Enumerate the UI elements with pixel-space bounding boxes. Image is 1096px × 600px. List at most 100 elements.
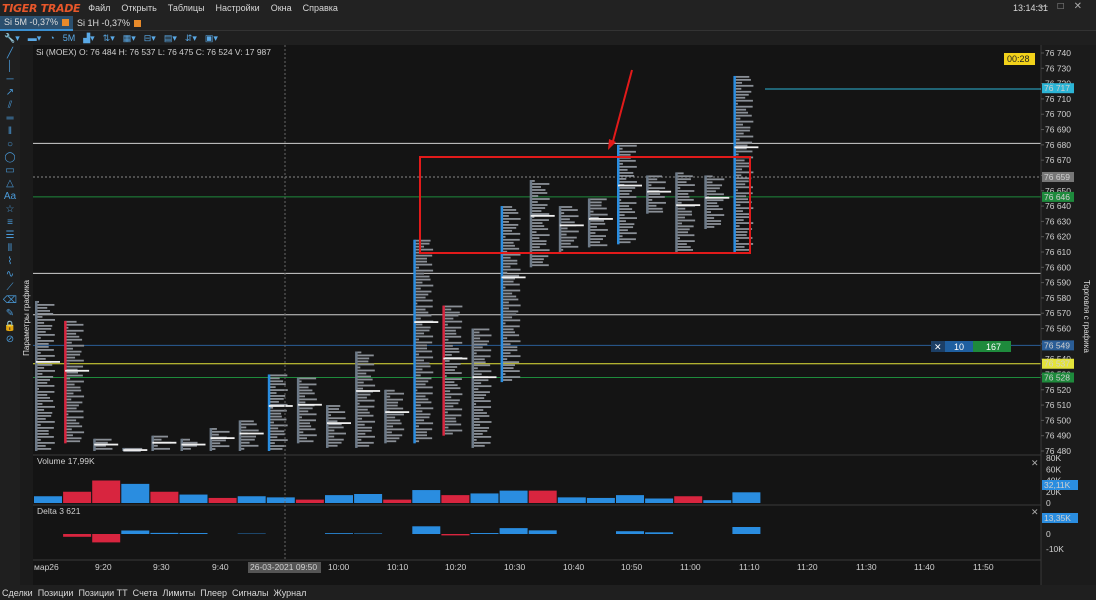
bottom-tab-journal[interactable]: Журнал: [274, 588, 307, 598]
profile-bar: [356, 396, 367, 399]
profile-bar: [734, 249, 750, 251]
profile-bar: [647, 201, 666, 204]
price-axis[interactable]: 76 74076 73076 72076 71076 70076 69076 6…: [1041, 48, 1071, 456]
profile-bar: [588, 204, 602, 207]
time-tick: 11:30: [856, 562, 877, 572]
profile-bar: [356, 444, 370, 447]
profile-bar: [443, 387, 461, 390]
profile-bar: [414, 416, 430, 419]
profile-bar: [65, 323, 84, 326]
volume-tick: 60K: [1046, 464, 1061, 474]
profile-bar: [705, 223, 721, 225]
delta-bar: [179, 533, 208, 534]
profile-bar: [734, 231, 748, 233]
close-icon[interactable]: ✕: [1031, 507, 1039, 517]
profile-bar: [676, 240, 695, 243]
close-icon[interactable]: ✕: [1031, 458, 1039, 468]
profile-bar: [618, 159, 636, 162]
poc-marker: [94, 443, 119, 446]
profile-bar: [414, 398, 429, 401]
time-tick: 11:50: [973, 562, 994, 572]
bottom-tab-positions-tt[interactable]: Позиции TT: [78, 588, 127, 598]
bottom-tab-limits[interactable]: Лимиты: [163, 588, 196, 598]
bottom-tab-signals[interactable]: Сигналы: [232, 588, 269, 598]
profile-bar: [501, 295, 517, 298]
profile-bar: [414, 413, 431, 416]
profile-bar: [472, 349, 492, 352]
profile-bar: [734, 78, 751, 81]
profile-bar: [36, 327, 52, 330]
delta-title: Delta 3 621: [37, 506, 81, 516]
profile-bar: [559, 218, 570, 221]
profile-bar: [65, 440, 81, 443]
profile-bar: [443, 369, 455, 371]
chart-canvas[interactable]: Si (MOEX) O: 76 484 H: 76 537 L: 76 475 …: [0, 0, 1096, 600]
profile-bar: [36, 429, 49, 432]
profile-bar: [530, 210, 542, 212]
price-label: 76 659: [1044, 172, 1070, 182]
profile-bar: [501, 232, 521, 235]
profile-bar: [501, 331, 515, 334]
profile-bar: [530, 261, 543, 264]
profile-bar: [443, 350, 460, 353]
profile-bar: [530, 204, 548, 206]
bottom-tab-accounts[interactable]: Счета: [133, 588, 158, 598]
close-icon: ✕: [934, 342, 942, 352]
profile-bar: [356, 411, 370, 414]
price-tick: 76 630: [1045, 216, 1071, 226]
profile-bar: [734, 141, 753, 144]
profile-bar: [36, 435, 54, 438]
profile-bar: [501, 206, 513, 208]
profile-bar: [36, 396, 51, 399]
candle-body: [558, 206, 562, 252]
delta-bar: [325, 533, 353, 534]
time-tick: 10:50: [621, 562, 643, 572]
profile-bar: [559, 245, 579, 248]
poc-marker: [559, 224, 584, 227]
profile-bar: [356, 363, 375, 366]
profile-bar: [676, 231, 689, 234]
profile-bar: [36, 432, 49, 435]
bottom-tab-player[interactable]: Плеер: [200, 588, 227, 598]
profile-bar: [268, 400, 279, 403]
profile-bar: [705, 187, 720, 190]
profile-bar: [472, 328, 490, 331]
profile-bar: [297, 440, 314, 443]
profile-bar: [356, 435, 375, 438]
profile-bar: [501, 283, 520, 286]
profile-bar: [472, 346, 483, 349]
poc-marker: [65, 369, 90, 372]
volume-bar: [499, 490, 528, 503]
profile-bar: [36, 375, 54, 378]
profile-bar: [734, 111, 749, 114]
poc-marker: [618, 184, 642, 187]
price-tick: 76 600: [1045, 262, 1071, 272]
profile-bar: [268, 445, 287, 447]
profile-bar: [501, 209, 517, 211]
profile-bar: [327, 411, 346, 413]
bottom-tab-trades[interactable]: Сделки: [2, 588, 33, 598]
poc-marker: [530, 214, 555, 217]
candle-body: [326, 405, 329, 448]
profile-bar: [443, 423, 462, 426]
profile-bar: [588, 219, 605, 222]
instrument-info: Si (MOEX) O: 76 484 H: 76 537 L: 76 475 …: [36, 47, 271, 57]
profile-bar: [268, 377, 280, 380]
profile-bar: [705, 208, 723, 211]
profile-bar: [618, 226, 634, 229]
delta-bar: [92, 534, 121, 543]
profile-bar: [414, 257, 427, 260]
profile-bar: [268, 380, 284, 383]
volume-bar: [63, 491, 92, 503]
bottom-tab-positions[interactable]: Позиции: [38, 588, 74, 598]
profile-bar: [530, 186, 541, 188]
profile-bar: [36, 411, 53, 414]
profile-bar: [414, 422, 434, 425]
poc-marker: [297, 403, 322, 406]
profile-bar: [36, 303, 55, 306]
profile-bar: [501, 259, 518, 262]
delta-value: 13,35K: [1044, 513, 1071, 523]
profile-bar: [618, 190, 632, 192]
poc-marker: [472, 376, 497, 379]
volume-bar: [586, 497, 615, 503]
